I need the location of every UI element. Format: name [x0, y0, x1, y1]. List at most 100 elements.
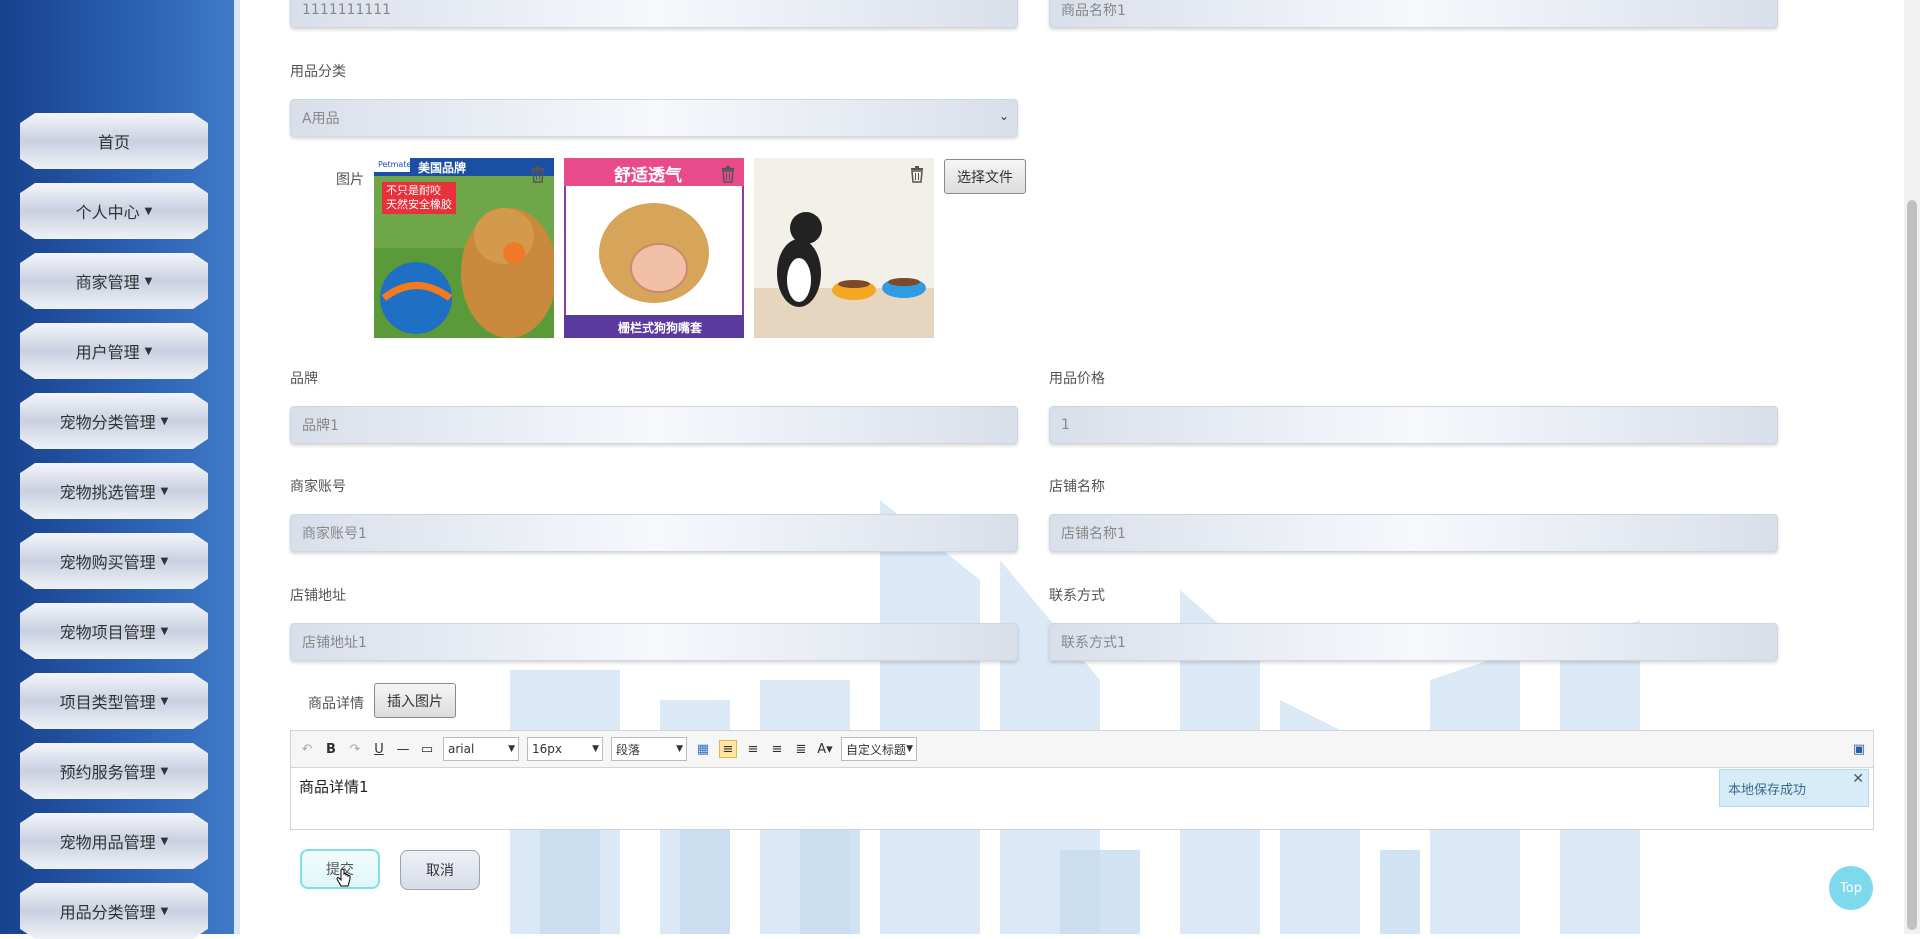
- caret-down-icon: ▼: [160, 485, 169, 497]
- sidebar-item-label: 首页: [97, 133, 130, 152]
- sidebar-item-supplies-category[interactable]: 用品分类管理 ▼: [20, 883, 208, 939]
- caret-down-icon: ▼: [592, 744, 599, 754]
- editor-toolbar: ↶ B ↷ U — ▭ arial ▼ 16px ▼ 段落 ▼ ▦ ≡ ≡ ≡ ≣ A…: [291, 731, 1873, 768]
- price-input[interactable]: 1: [1049, 406, 1778, 444]
- images-label: 图片: [336, 172, 364, 188]
- sidebar-item-project-type[interactable]: 项目类型管理 ▼: [20, 673, 208, 729]
- back-to-top-button[interactable]: Top: [1829, 866, 1873, 910]
- shop-address-label: 店铺地址: [290, 588, 346, 604]
- product-image-3: [754, 158, 934, 338]
- scrollbar-thumb[interactable]: [1907, 200, 1917, 930]
- caret-down-icon: ▼: [144, 345, 153, 357]
- caret-down-icon: ▼: [160, 905, 169, 917]
- align-justify-icon[interactable]: ≣: [793, 741, 809, 757]
- top-left-input[interactable]: 1111111111: [290, 0, 1018, 28]
- sidebar-item-personal-center[interactable]: 个人中心 ▼: [20, 183, 208, 239]
- sidebar-item-user[interactable]: 用户管理 ▼: [20, 323, 208, 379]
- font-family-select[interactable]: arial ▼: [443, 737, 519, 761]
- page-scrollbar[interactable]: [1904, 0, 1920, 934]
- align-center-icon[interactable]: ≡: [769, 741, 785, 757]
- sidebar-item-pet-project[interactable]: 宠物项目管理 ▼: [20, 603, 208, 659]
- trash-icon[interactable]: [530, 165, 546, 183]
- product-image-2: 舒适透气 栅栏式狗狗嘴套: [564, 158, 744, 338]
- sidebar-item-label: 用品分类管理: [59, 903, 156, 922]
- caret-down-icon: ▼: [160, 415, 169, 427]
- caret-down-icon: ▼: [160, 765, 169, 777]
- image-banner-text: 美国品牌: [418, 161, 467, 175]
- choose-file-button[interactable]: 选择文件: [944, 159, 1026, 194]
- sidebar-item-label: 个人中心: [75, 203, 140, 222]
- new-document-icon[interactable]: ▭: [419, 741, 435, 757]
- product-image-1: Petmate 美国品牌 不只是耐咬 天然安全橡胶: [374, 158, 554, 338]
- font-color-icon[interactable]: A▾: [817, 741, 833, 757]
- caret-down-icon: ▼: [160, 835, 169, 847]
- align-left-icon[interactable]: ≡: [719, 740, 737, 758]
- sidebar-item-label: 项目类型管理: [59, 693, 156, 712]
- table-icon[interactable]: ▦: [695, 741, 711, 757]
- caret-down-icon: ▼: [160, 625, 169, 637]
- editor-content[interactable]: 商品详情1: [291, 768, 1873, 805]
- sidebar-item-pet-supplies[interactable]: 宠物用品管理 ▼: [20, 813, 208, 869]
- details-label: 商品详情: [308, 696, 364, 712]
- category-label: 用品分类: [290, 64, 346, 80]
- underline-icon[interactable]: U: [371, 741, 387, 757]
- caret-down-icon: ▼: [906, 744, 913, 754]
- caret-down-icon: ▼: [144, 205, 153, 217]
- sidebar-item-label: 商家管理: [75, 273, 140, 292]
- caret-down-icon: ▼: [144, 275, 153, 287]
- sidebar-item-label: 宠物挑选管理: [59, 483, 156, 502]
- chevron-down-icon: ⌄: [998, 109, 1009, 123]
- sidebar-item-label: 宠物分类管理: [59, 413, 156, 432]
- sidebar-item-home[interactable]: 首页: [20, 113, 208, 169]
- sidebar-item-pet-selection[interactable]: 宠物挑选管理 ▼: [20, 463, 208, 519]
- shop-address-input[interactable]: 店铺地址1: [290, 623, 1018, 661]
- product-name-input[interactable]: 商品名称1: [1049, 0, 1778, 28]
- close-icon[interactable]: ✕: [1852, 771, 1864, 787]
- brand-input[interactable]: 品牌1: [290, 406, 1018, 444]
- sidebar-item-label: 宠物项目管理: [59, 623, 156, 642]
- align-right-icon[interactable]: ≡: [745, 741, 761, 757]
- sidebar-item-pet-purchase[interactable]: 宠物购买管理 ▼: [20, 533, 208, 589]
- redo-icon[interactable]: ↷: [347, 741, 363, 757]
- cat-with-bowls-image: [754, 158, 934, 338]
- shop-name-label: 店铺名称: [1049, 479, 1105, 495]
- merchant-account-label: 商家账号: [290, 479, 346, 495]
- caret-down-icon: ▼: [508, 744, 515, 754]
- horizontal-rule-icon[interactable]: —: [395, 741, 411, 757]
- image-brand-text: Petmate: [378, 160, 412, 169]
- category-select[interactable]: A用品 ⌄: [290, 99, 1018, 137]
- sidebar-item-pet-category[interactable]: 宠物分类管理 ▼: [20, 393, 208, 449]
- image-banner-text: 舒适透气: [614, 166, 682, 186]
- image-promo-badge: 不只是耐咬 天然安全橡胶: [382, 182, 456, 214]
- sidebar-item-label: 宠物用品管理: [59, 833, 156, 852]
- caret-down-icon: ▼: [676, 744, 683, 754]
- trash-icon[interactable]: [909, 165, 925, 183]
- fullscreen-icon[interactable]: ▣: [1851, 741, 1867, 757]
- brand-label: 品牌: [290, 371, 318, 387]
- paragraph-select[interactable]: 段落 ▼: [611, 737, 687, 761]
- price-label: 用品价格: [1049, 371, 1105, 387]
- sidebar-item-merchant[interactable]: 商家管理 ▼: [20, 253, 208, 309]
- font-size-select[interactable]: 16px ▼: [527, 737, 603, 761]
- undo-icon[interactable]: ↶: [299, 741, 315, 757]
- contact-label: 联系方式: [1049, 588, 1105, 604]
- bold-icon[interactable]: B: [323, 741, 339, 757]
- sidebar-item-label: 用户管理: [75, 343, 140, 362]
- caret-down-icon: ▼: [160, 555, 169, 567]
- contact-input[interactable]: 联系方式1: [1049, 623, 1778, 661]
- sidebar-item-label: 宠物购买管理: [59, 553, 156, 572]
- caret-down-icon: ▼: [160, 695, 169, 707]
- insert-image-button[interactable]: 插入图片: [374, 683, 456, 718]
- hand-cursor-icon: [336, 868, 351, 887]
- cancel-button[interactable]: 取消: [400, 850, 480, 890]
- custom-heading-select[interactable]: 自定义标题 ▼: [841, 737, 917, 761]
- sidebar: 首页 个人中心 ▼ 商家管理 ▼ 用户管理 ▼ 宠物分类管理 ▼ 宠物挑选管理 ▼ 宠物购…: [0, 0, 240, 939]
- merchant-account-input[interactable]: 商家账号1: [290, 514, 1018, 552]
- trash-icon[interactable]: [720, 165, 736, 183]
- image-footer-text: 栅栏式狗狗嘴套: [618, 321, 703, 335]
- rich-text-editor: ↶ B ↷ U — ▭ arial ▼ 16px ▼ 段落 ▼ ▦ ≡ ≡ ≡ ≣ A…: [290, 730, 1874, 830]
- local-save-tip: 本地保存成功 ✕: [1719, 769, 1869, 807]
- shop-name-input[interactable]: 店铺名称1: [1049, 514, 1778, 552]
- sidebar-item-booking[interactable]: 预约服务管理 ▼: [20, 743, 208, 799]
- sidebar-item-label: 预约服务管理: [59, 763, 156, 782]
